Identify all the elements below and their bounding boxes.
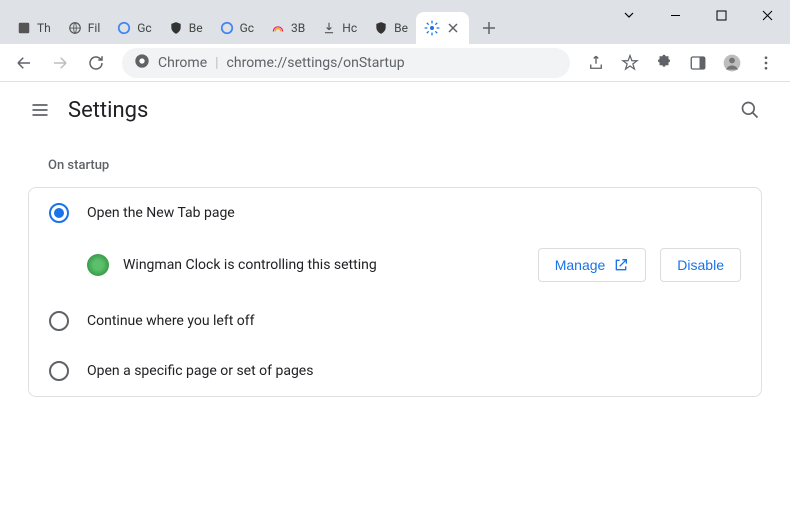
external-link-icon: [613, 257, 629, 273]
omnibox-separator: |: [215, 55, 218, 71]
close-window-button[interactable]: [744, 0, 790, 30]
tab-label: Th: [37, 21, 51, 35]
omnibox-prefix: Chrome: [158, 55, 207, 71]
profile-avatar-icon[interactable]: [716, 47, 748, 79]
manage-button-label: Manage: [555, 257, 606, 273]
chevron-down-icon[interactable]: [606, 0, 652, 30]
tab-label: 3B: [291, 21, 305, 35]
option-label: Open a specific page or set of pages: [87, 363, 313, 379]
minimize-button[interactable]: [652, 0, 698, 30]
tab-6[interactable]: Hc: [313, 12, 365, 44]
address-bar[interactable]: Chrome | chrome://settings/onStartup: [122, 48, 570, 78]
option-specific-pages[interactable]: Open a specific page or set of pages: [29, 346, 761, 396]
extension-app-icon: [87, 254, 109, 276]
section-title: On startup: [28, 158, 762, 173]
option-continue[interactable]: Continue where you left off: [29, 296, 761, 346]
favicon-google-icon: [219, 20, 235, 36]
tab-0[interactable]: Th: [8, 12, 59, 44]
tab-3[interactable]: Be: [160, 12, 211, 44]
kebab-menu-icon[interactable]: [750, 47, 782, 79]
settings-page: Settings On startup Open the New Tab pag…: [0, 82, 790, 397]
window-controls: [606, 0, 790, 30]
favicon-generic-icon: [16, 20, 32, 36]
tab-label: Be: [189, 21, 203, 35]
radio-unselected-icon[interactable]: [49, 361, 69, 381]
close-tab-icon[interactable]: [445, 20, 461, 36]
tab-label: Fil: [88, 21, 100, 35]
tab-5[interactable]: 3B: [262, 12, 313, 44]
omnibox-url: chrome://settings/onStartup: [227, 55, 405, 71]
favicon-shield-icon: [168, 20, 184, 36]
option-label: Continue where you left off: [87, 313, 255, 329]
favicon-google-icon: [116, 20, 132, 36]
share-icon[interactable]: [580, 47, 612, 79]
browser-titlebar: Th Fil Gc Be Gc: [0, 0, 790, 44]
tab-2[interactable]: Gc: [108, 12, 159, 44]
side-panel-icon[interactable]: [682, 47, 714, 79]
tab-1[interactable]: Fil: [59, 12, 108, 44]
tab-label: Gc: [137, 21, 151, 35]
disable-button-label: Disable: [677, 257, 724, 273]
extensions-puzzle-icon[interactable]: [648, 47, 680, 79]
favicon-shield-icon: [373, 20, 389, 36]
new-tab-button[interactable]: [475, 14, 503, 42]
tab-4[interactable]: Gc: [211, 12, 262, 44]
menu-hamburger-icon[interactable]: [20, 90, 60, 130]
option-new-tab[interactable]: Open the New Tab page: [29, 188, 761, 238]
maximize-button[interactable]: [698, 0, 744, 30]
extension-notice: Wingman Clock is controlling this settin…: [29, 238, 761, 296]
search-icon[interactable]: [730, 90, 770, 130]
manage-button[interactable]: Manage: [538, 248, 647, 282]
favicon-gear-icon: [424, 20, 440, 36]
browser-toolbar: Chrome | chrome://settings/onStartup: [0, 44, 790, 82]
toolbar-actions: [580, 47, 782, 79]
tab-7[interactable]: Be: [365, 12, 416, 44]
tab-label: Gc: [240, 21, 254, 35]
settings-content: On startup Open the New Tab page Wingman…: [0, 138, 790, 397]
forward-button[interactable]: [44, 47, 76, 79]
settings-header: Settings: [0, 82, 790, 138]
startup-card: Open the New Tab page Wingman Clock is c…: [28, 187, 762, 397]
radio-unselected-icon[interactable]: [49, 311, 69, 331]
page-title: Settings: [68, 98, 148, 123]
radio-selected-icon[interactable]: [49, 203, 69, 223]
bookmark-star-icon[interactable]: [614, 47, 646, 79]
chrome-product-icon: [134, 53, 150, 73]
disable-button[interactable]: Disable: [660, 248, 741, 282]
option-label: Open the New Tab page: [87, 205, 235, 221]
back-button[interactable]: [8, 47, 40, 79]
favicon-download-icon: [321, 20, 337, 36]
favicon-globe-icon: [67, 20, 83, 36]
tab-settings-active[interactable]: [416, 12, 469, 44]
reload-button[interactable]: [80, 47, 112, 79]
tab-strip: Th Fil Gc Be Gc: [8, 0, 503, 44]
tab-label: Be: [394, 21, 408, 35]
tab-label: Hc: [342, 21, 357, 35]
extension-notice-text: Wingman Clock is controlling this settin…: [123, 257, 524, 273]
favicon-rainbow-icon: [270, 20, 286, 36]
